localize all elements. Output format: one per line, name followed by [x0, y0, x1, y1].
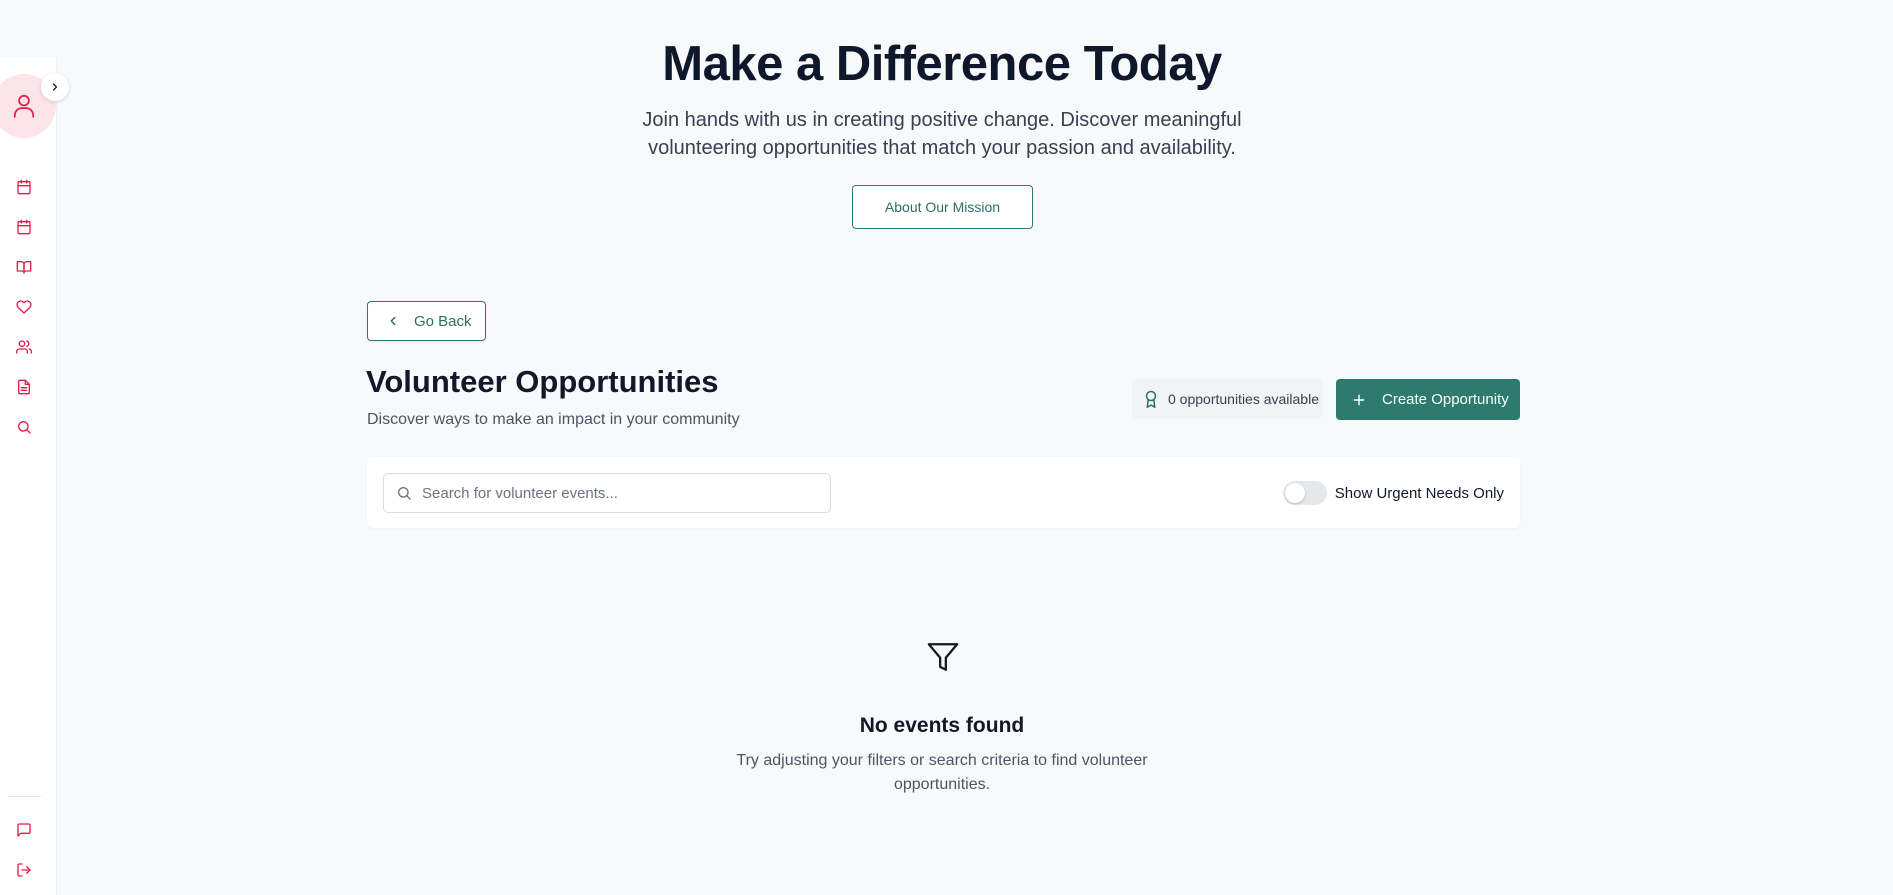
sidebar-item-favorites[interactable]	[14, 297, 34, 317]
sidebar-item-community[interactable]	[14, 337, 34, 357]
urgent-needs-toggle[interactable]	[1282, 481, 1327, 505]
file-text-icon	[18, 379, 30, 395]
calendar-icon	[17, 219, 31, 235]
empty-state-message: Try adjusting your filters or search cri…	[736, 752, 1148, 793]
users-icon	[16, 340, 32, 354]
opportunity-count-badge: 0 opportunities available	[1132, 379, 1323, 419]
create-opportunity-button[interactable]: Create Opportunity	[1336, 379, 1520, 420]
search-input[interactable]	[422, 484, 822, 502]
toggle-knob	[1284, 483, 1305, 503]
create-opportunity-label: Create Opportunity	[1382, 391, 1509, 408]
sidebar-toggle-button[interactable]	[41, 73, 69, 101]
sidebar	[0, 57, 57, 895]
urgent-toggle-group: Show Urgent Needs Only	[1282, 481, 1504, 505]
sidebar-item-search[interactable]	[14, 417, 34, 437]
heart-icon	[16, 300, 32, 314]
go-back-label: Go Back	[414, 312, 472, 330]
sidebar-divider	[8, 796, 41, 797]
logout-icon	[17, 863, 31, 877]
opportunity-count-label: 0 opportunities available	[1168, 391, 1319, 407]
about-mission-button[interactable]: About Our Mission	[852, 185, 1033, 229]
award-icon	[1145, 390, 1157, 408]
calendar-icon	[17, 179, 31, 195]
empty-state-title: No events found	[859, 714, 1025, 737]
urgent-needs-label: Show Urgent Needs Only	[1334, 484, 1504, 502]
filter-icon	[927, 643, 959, 671]
book-open-icon	[16, 261, 32, 274]
filter-bar: Show Urgent Needs Only	[367, 457, 1520, 528]
chevron-left-icon	[390, 316, 396, 326]
search-icon	[18, 421, 31, 434]
go-back-button[interactable]: Go Back	[367, 301, 486, 341]
sidebar-item-messages[interactable]	[14, 820, 34, 840]
hero-title: Make a Difference Today	[662, 37, 1222, 91]
sidebar-item-events[interactable]	[14, 217, 34, 237]
sidebar-item-documents[interactable]	[14, 377, 34, 397]
message-icon	[17, 823, 31, 837]
sidebar-item-resources[interactable]	[14, 257, 34, 277]
hero-subtitle: Join hands with us in creating positive …	[642, 109, 1242, 159]
search-field[interactable]	[383, 473, 831, 513]
plus-icon	[1353, 394, 1365, 405]
sidebar-item-calendar[interactable]	[14, 177, 34, 197]
user-icon	[13, 94, 35, 118]
page-subtitle: Discover ways to make an impact in your …	[367, 411, 740, 428]
search-icon	[398, 487, 411, 500]
sidebar-item-logout[interactable]	[14, 860, 34, 880]
chevron-right-icon	[52, 83, 58, 91]
page-title: Volunteer Opportunities	[366, 364, 719, 399]
